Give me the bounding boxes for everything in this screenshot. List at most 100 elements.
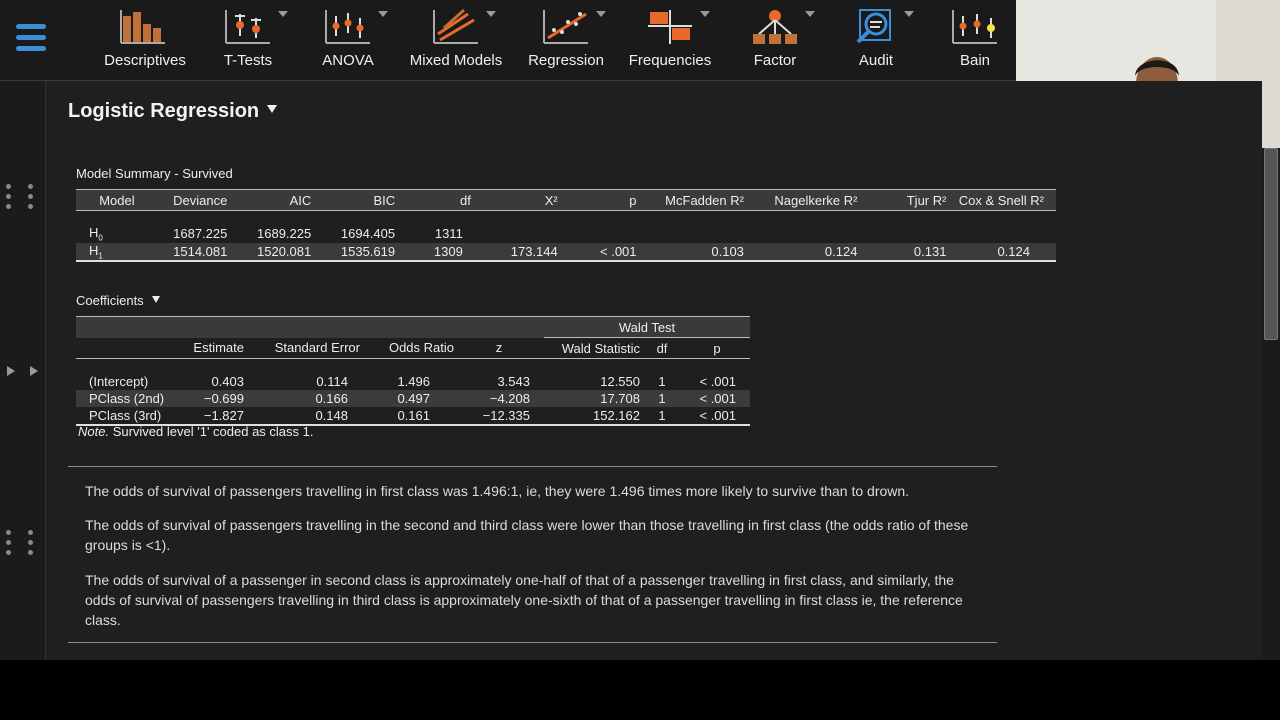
chevron-down-icon [378,11,388,17]
model-cell: H0 [89,225,103,243]
column-header: Odds Ratio [360,337,454,359]
t-tests-icon [225,10,270,44]
results-scrollbar[interactable] [1262,148,1280,660]
model-cell: H1 [76,242,158,263]
column-header: z [454,337,544,359]
x2-cell [471,225,558,243]
tjur-cell: 0.131 [857,242,947,263]
column-header: p [684,337,750,359]
tjur-cell [857,225,946,243]
aic-cell: 1520.081 [227,242,312,263]
chevron-down-icon [486,11,496,17]
column-header: BIC [311,189,396,211]
chevron-down-icon [700,11,710,17]
regression-icon [543,10,588,44]
module-frequencies[interactable]: Frequencies [622,0,718,80]
expand-left-arrow-icon[interactable] [7,366,15,376]
panel-resize-handle[interactable] [6,184,33,214]
menu-hamburger-icon[interactable] [16,24,46,54]
or-cell: 0.497 [360,390,454,407]
df-cell: 1 [640,390,684,407]
mcfadden-cell: 0.103 [636,242,744,263]
z-cell: −4.208 [454,390,544,407]
p-cell [558,225,637,243]
df-cell: 1 [658,374,666,389]
expand-right-arrow-icon[interactable] [30,366,38,376]
estimate-cell: −0.699 [170,390,244,407]
descriptives-icon [120,10,165,44]
module-label: ANOVA [322,52,374,69]
module-label: Regression [528,52,604,69]
z-cell: −12.335 [454,407,544,426]
note-paragraph[interactable]: The odds of survival of passengers trave… [85,481,985,501]
scrollbar-thumb[interactable] [1264,148,1278,340]
frequencies-icon [648,10,692,44]
column-header [76,337,170,359]
module-t-tests[interactable]: T-Tests [208,0,288,80]
p-cell: < .001 [699,374,736,389]
wald-cell: 17.708 [544,390,640,407]
analysis-menu-caret-icon[interactable] [267,105,278,113]
note-paragraph[interactable]: The odds of survival of a passenger in s… [85,570,985,630]
df-cell: 1 [640,407,684,426]
coefficients-menu-caret-icon[interactable] [151,296,160,303]
module-label: Mixed Models [409,52,503,69]
anova-icon [325,10,370,44]
module-label: T-Tests [223,52,273,69]
module-label: Audit [858,52,894,69]
module-audit[interactable]: Audit [840,0,914,80]
analysis-title[interactable]: Logistic Regression [68,100,278,123]
term-cell: PClass (2nd) [76,390,170,407]
column-header: Nagelkerke R² [743,189,858,211]
module-factor[interactable]: Factor [735,0,815,80]
model-summary-table: Model Deviance AIC BIC df X² p McFadden … [76,189,1056,263]
mcfadden-cell [637,225,744,243]
panel-resize-handle[interactable] [6,530,33,560]
module-regression[interactable]: Regression [520,0,612,80]
factor-icon [753,10,797,44]
p-cell: < .001 [684,407,750,426]
module-anova[interactable]: ANOVA [308,0,388,80]
table-row: (Intercept) 0.403 0.114 1.496 3.543 12.5… [76,373,750,390]
coefficients-title[interactable]: Coefficients [76,293,160,308]
column-header: Tjur R² [857,189,947,211]
module-bain[interactable]: Bain [935,0,1015,80]
module-mixed-models[interactable]: Mixed Models [404,0,508,80]
note-divider-bottom [68,642,997,643]
column-header: df [395,189,471,211]
table-row: PClass (3rd) −1.827 0.148 0.161 −12.335 … [76,407,750,426]
module-label: Descriptives [104,52,186,69]
column-header: Wald Statistic [544,337,640,359]
chevron-down-icon [278,11,288,17]
aic-cell: 1689.225 [257,226,312,242]
deviance-cell: 1687.225 [173,226,228,242]
module-descriptives[interactable]: Descriptives [95,0,195,80]
module-label: Bain [959,52,991,69]
chevron-down-icon [805,11,815,17]
table-note: Note. Survived level '1' coded as class … [78,424,314,439]
table-row: PClass (2nd) −0.699 0.166 0.497 −4.208 1… [76,390,750,407]
chevron-down-icon [904,11,914,17]
column-header: AIC [227,189,312,211]
se-cell: 0.166 [244,390,360,407]
chevron-down-icon [596,11,606,17]
column-header: Cox & Snell R² [946,189,1056,211]
or-cell: 1.496 [397,374,430,389]
se-cell: 0.114 [316,374,348,389]
bic-cell: 1694.405 [340,226,396,242]
note-paragraph[interactable]: The odds of survival of passengers trave… [85,515,985,555]
coxsnell-cell [946,225,1056,243]
bain-icon [952,10,997,44]
bic-cell: 1535.619 [311,242,396,263]
table-row: H0 1687.225 1689.225 1694.405 1311 [76,225,1056,243]
z-cell: 3.543 [497,374,530,389]
x2-cell: 173.144 [470,242,558,263]
df-cell: 1311 [434,226,463,242]
model-summary-title: Model Summary - Survived [76,166,233,181]
audit-icon [856,9,891,44]
column-header: p [557,189,637,211]
p-cell: < .001 [557,242,637,263]
coxsnell-cell: 0.124 [946,242,1056,263]
p-cell: < .001 [684,390,750,407]
column-header: Estimate [170,337,244,359]
